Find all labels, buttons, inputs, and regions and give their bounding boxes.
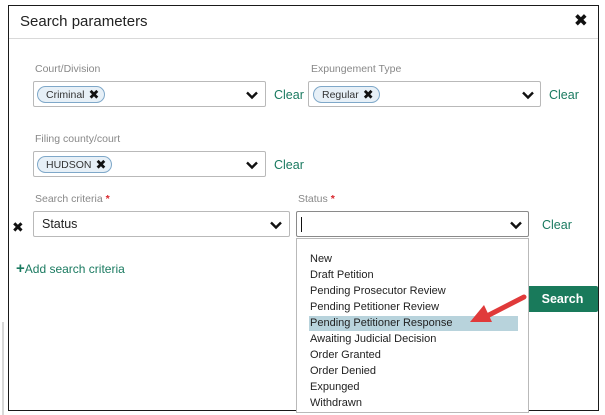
dialog-title: Search parameters bbox=[20, 13, 148, 30]
status-option-new[interactable]: New bbox=[309, 252, 518, 267]
chevron-down-icon[interactable] bbox=[509, 218, 523, 232]
status-option-pending-petitioner-response[interactable]: Pending Petitioner Response bbox=[309, 316, 518, 331]
court-division-select[interactable]: Criminal ✖ bbox=[33, 81, 266, 107]
status-option-order-denied[interactable]: Order Denied bbox=[309, 364, 518, 379]
plus-icon: + bbox=[16, 260, 25, 277]
expungement-type-chip: Regular ✖ bbox=[313, 86, 380, 103]
search-criteria-label: Search criteria * bbox=[35, 193, 110, 205]
status-option-withdrawn[interactable]: Withdrawn bbox=[309, 396, 518, 411]
chevron-down-icon[interactable] bbox=[245, 88, 259, 102]
filing-county-label: Filing county/court bbox=[35, 133, 121, 145]
court-division-chip: Criminal ✖ bbox=[37, 86, 106, 103]
filing-county-chip: HUDSON ✖ bbox=[37, 156, 113, 173]
status-label-text: Status bbox=[298, 193, 328, 205]
chip-label: Criminal bbox=[46, 89, 85, 101]
required-marker: * bbox=[330, 193, 335, 205]
filing-county-clear-link[interactable]: Clear bbox=[274, 158, 304, 172]
court-division-clear-link[interactable]: Clear bbox=[274, 88, 304, 102]
status-option-draft-petition[interactable]: Draft Petition bbox=[309, 268, 518, 283]
background-divider bbox=[2, 322, 4, 415]
remove-chip-icon[interactable]: ✖ bbox=[96, 158, 107, 173]
expungement-type-label: Expungement Type bbox=[311, 63, 402, 75]
remove-chip-icon[interactable]: ✖ bbox=[89, 88, 100, 103]
search-criteria-label-text: Search criteria bbox=[35, 193, 103, 205]
chip-label: Regular bbox=[322, 89, 359, 101]
chip-label: HUDSON bbox=[46, 159, 92, 171]
status-option-awaiting-judicial-decision[interactable]: Awaiting Judicial Decision bbox=[309, 332, 518, 347]
text-cursor bbox=[301, 217, 302, 232]
status-dropdown-list: New Draft Petition Pending Prosecutor Re… bbox=[296, 238, 529, 413]
add-search-criteria-label: Add search criteria bbox=[24, 262, 125, 276]
filing-county-select[interactable]: HUDSON ✖ bbox=[33, 151, 266, 177]
dialog-header: Search parameters ✖ bbox=[9, 6, 598, 39]
status-select[interactable] bbox=[296, 211, 529, 237]
status-clear-link[interactable]: Clear bbox=[542, 218, 572, 232]
background-window-edge bbox=[0, 0, 8, 415]
chevron-down-icon[interactable] bbox=[521, 88, 535, 102]
status-option-pending-petitioner-review[interactable]: Pending Petitioner Review bbox=[309, 300, 518, 315]
status-label: Status * bbox=[298, 193, 335, 205]
status-option-order-granted[interactable]: Order Granted bbox=[309, 348, 518, 363]
required-marker: * bbox=[105, 193, 110, 205]
add-search-criteria-link[interactable]: +Add search criteria bbox=[16, 260, 125, 277]
chevron-down-icon[interactable] bbox=[269, 218, 283, 232]
remove-criteria-icon[interactable]: ✖ bbox=[12, 220, 24, 236]
close-icon[interactable]: ✖ bbox=[574, 11, 588, 31]
chevron-down-icon[interactable] bbox=[245, 158, 259, 172]
expungement-type-select[interactable]: Regular ✖ bbox=[308, 81, 541, 107]
search-criteria-value: Status bbox=[42, 217, 78, 231]
expungement-type-clear-link[interactable]: Clear bbox=[549, 88, 579, 102]
remove-chip-icon[interactable]: ✖ bbox=[363, 88, 374, 103]
status-option-expunged[interactable]: Expunged bbox=[309, 380, 518, 395]
court-division-label: Court/Division bbox=[35, 63, 101, 75]
search-criteria-select[interactable]: Status bbox=[33, 211, 290, 237]
status-option-pending-prosecutor-review[interactable]: Pending Prosecutor Review bbox=[309, 284, 518, 299]
search-button[interactable]: Search bbox=[527, 286, 598, 312]
